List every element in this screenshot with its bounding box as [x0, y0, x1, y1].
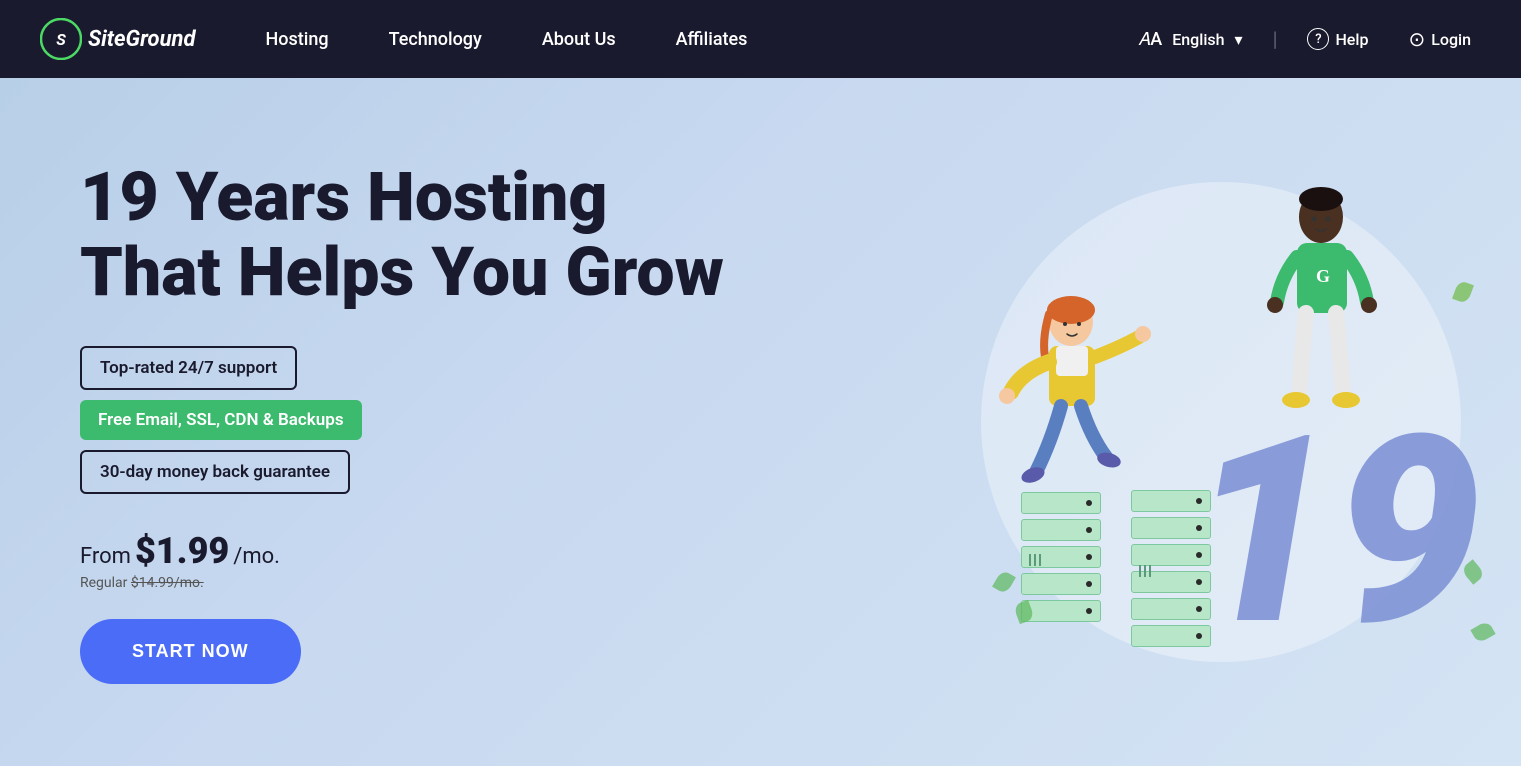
login-label: Login	[1431, 30, 1471, 49]
server-unit	[1021, 573, 1101, 595]
pricing-from-label: From	[80, 544, 131, 569]
badge-support: Top-rated 24/7 support	[80, 346, 297, 390]
server-dot	[1086, 608, 1092, 614]
hero-content: 19 Years Hosting That Helps You Grow Top…	[80, 160, 724, 684]
language-label: English	[1172, 30, 1224, 49]
server-unit	[1021, 600, 1101, 622]
navbar: S SiteGround Hosting Technology About Us…	[0, 0, 1521, 78]
help-label: Help	[1335, 30, 1368, 49]
server-dot	[1196, 552, 1202, 558]
server-unit	[1131, 598, 1211, 620]
site-logo[interactable]: S SiteGround	[40, 18, 196, 60]
pricing-regular-label: Regular	[80, 575, 127, 591]
logo-text: SiteGround	[88, 27, 196, 52]
help-link[interactable]: ? Help	[1297, 22, 1378, 56]
hero-title: 19 Years Hosting That Helps You Grow	[80, 160, 724, 310]
hero-badges: Top-rated 24/7 support Free Email, SSL, …	[80, 346, 724, 494]
server-dot	[1196, 606, 1202, 612]
svg-text:S: S	[56, 30, 66, 49]
login-link[interactable]: ⊙ Login	[1398, 21, 1481, 57]
pricing-price: $1.99	[135, 530, 229, 572]
illustration-content: 19	[941, 122, 1501, 722]
male-person-illustration: G	[1241, 177, 1401, 477]
start-now-button[interactable]: START NOW	[80, 619, 301, 684]
nav-hosting[interactable]: Hosting	[236, 0, 359, 78]
server-dot	[1196, 525, 1202, 531]
nav-links: Hosting Technology About Us Affiliates	[236, 0, 1129, 78]
server-dot	[1196, 633, 1202, 639]
server-dot	[1196, 498, 1202, 504]
server-unit	[1131, 625, 1211, 647]
leaf-decoration	[992, 569, 1016, 594]
user-icon: ⊙	[1408, 27, 1425, 51]
pricing-regular: Regular $14.99/mo.	[80, 572, 724, 591]
leaf-decoration	[1452, 280, 1474, 304]
hero-illustration: 19	[921, 78, 1521, 766]
pricing-block: From $1.99 /mo. Regular $14.99/mo.	[80, 530, 724, 591]
hero-section: 19 Years Hosting That Helps You Grow Top…	[0, 78, 1521, 766]
server-dot	[1196, 579, 1202, 585]
pricing-main: From $1.99 /mo.	[80, 530, 724, 572]
badge-guarantee: 30-day money back guarantee	[80, 450, 350, 494]
nav-right: 𝐴A English ▾ | ? Help ⊙ Login	[1128, 21, 1481, 57]
badge-free-features: Free Email, SSL, CDN & Backups	[80, 400, 362, 440]
svg-text:G: G	[1316, 266, 1330, 286]
server-dot	[1086, 581, 1092, 587]
pricing-regular-price: $14.99/mo.	[131, 575, 204, 591]
chevron-down-icon: ▾	[1235, 30, 1243, 49]
nav-technology[interactable]: Technology	[359, 0, 512, 78]
pricing-period: /mo.	[233, 544, 280, 569]
help-icon: ?	[1307, 28, 1329, 50]
translate-icon: 𝐴A	[1138, 29, 1162, 50]
nav-about-us[interactable]: About Us	[512, 0, 646, 78]
nav-affiliates[interactable]: Affiliates	[646, 0, 778, 78]
nav-separator: |	[1273, 27, 1278, 51]
language-selector[interactable]: 𝐴A English ▾	[1128, 23, 1252, 56]
female-person-illustration	[961, 282, 1161, 562]
